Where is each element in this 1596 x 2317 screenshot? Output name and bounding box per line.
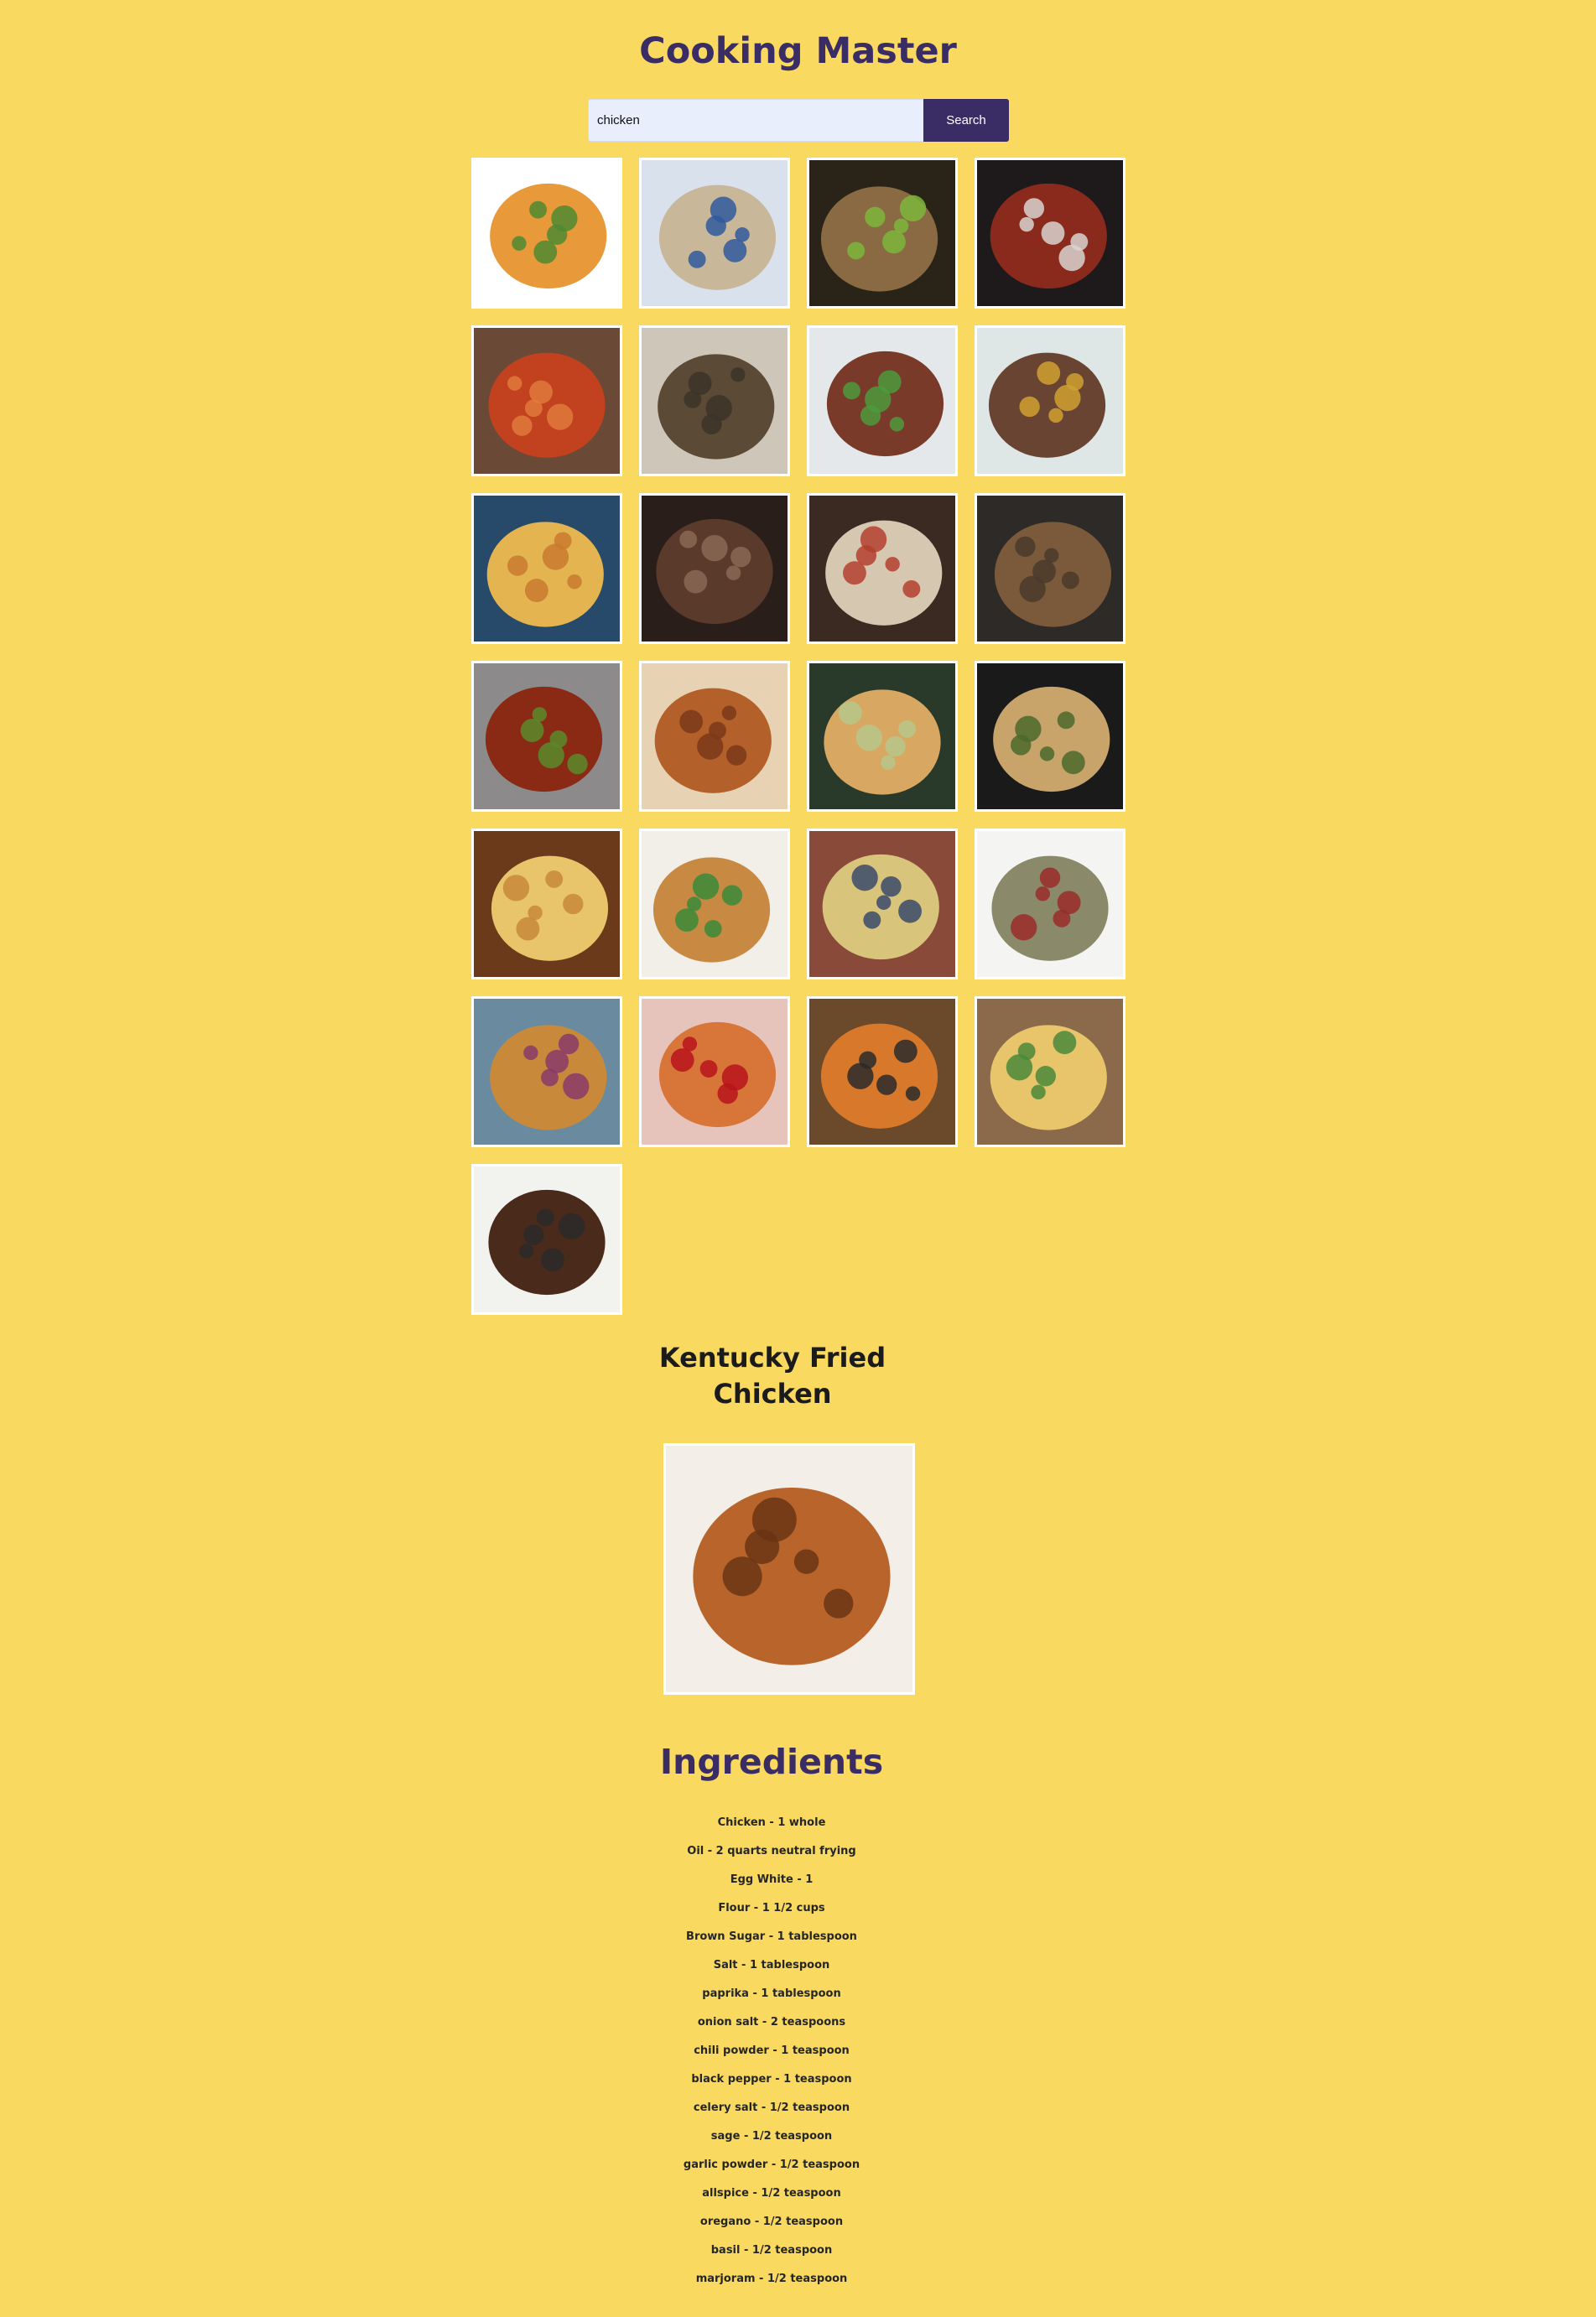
app-title: Cooking Master: [639, 30, 957, 72]
ingredient-item: Chicken - 1 whole: [717, 1816, 826, 1829]
meal-photo: [642, 663, 788, 809]
meal-photo: [474, 999, 620, 1145]
meal-photo: [809, 831, 955, 977]
ingredient-item: allspice - 1/2 teaspoon: [702, 2187, 841, 2200]
meal-photo: [809, 160, 955, 306]
meal-result-card[interactable]: [639, 493, 790, 644]
meal-result-card[interactable]: [807, 158, 958, 309]
meal-photo: [977, 663, 1123, 809]
ingredient-item: Oil - 2 quarts neutral frying: [687, 1845, 856, 1857]
meal-result-card[interactable]: [975, 829, 1126, 979]
ingredient-item: black pepper - 1 teaspoon: [691, 2073, 852, 2086]
meal-photo: [474, 1166, 620, 1312]
meal-photo: [474, 496, 620, 642]
meal-photo: [977, 831, 1123, 977]
meal-result-card[interactable]: [471, 661, 622, 812]
ingredient-item: sage - 1/2 teaspoon: [710, 2130, 833, 2143]
ingredients-heading: Ingredients: [659, 1742, 884, 1782]
meal-photo: [977, 999, 1123, 1145]
meal-photo: [474, 663, 620, 809]
meal-result-card[interactable]: [807, 829, 958, 979]
ingredient-item: Flour - 1 1/2 cups: [718, 1902, 825, 1914]
ingredient-item: marjoram - 1/2 teaspoon: [695, 2273, 848, 2285]
meal-photo: [642, 496, 788, 642]
meal-result-card[interactable]: [639, 829, 790, 979]
meal-photo: [809, 663, 955, 809]
meal-result-card[interactable]: [975, 325, 1126, 476]
search-input[interactable]: [588, 99, 923, 142]
meal-photo: [809, 999, 955, 1145]
meal-detail-photo: [666, 1446, 912, 1692]
meal-result-card[interactable]: [471, 493, 622, 644]
meal-result-card[interactable]: [639, 661, 790, 812]
ingredient-item: celery salt - 1/2 teaspoon: [693, 2101, 850, 2114]
meal-photo: [642, 160, 788, 306]
meal-photo: [474, 328, 620, 474]
meal-result-card[interactable]: [471, 325, 622, 476]
ingredient-item: chili powder - 1 teaspoon: [694, 2044, 850, 2057]
ingredient-item: paprika - 1 tablespoon: [702, 1987, 841, 2000]
ingredient-item: basil - 1/2 teaspoon: [710, 2244, 833, 2257]
ingredient-item: oregano - 1/2 teaspoon: [699, 2216, 844, 2228]
meal-photo: [642, 831, 788, 977]
meal-result-card[interactable]: [471, 996, 622, 1147]
meal-photo: [642, 999, 788, 1145]
meal-photo: [977, 328, 1123, 474]
meal-result-card[interactable]: [975, 996, 1126, 1147]
meal-result-card[interactable]: [639, 996, 790, 1147]
meal-result-card[interactable]: [807, 996, 958, 1147]
meal-photo: [809, 328, 955, 474]
meal-detail-title: Kentucky Fried Chicken: [658, 1342, 886, 1410]
meal-photo: [474, 831, 620, 977]
meal-results-grid: [471, 158, 1126, 1315]
meal-result-card[interactable]: [639, 325, 790, 476]
meal-result-card[interactable]: [975, 661, 1126, 812]
ingredient-list: Chicken - 1 whole Oil - 2 quarts neutral …: [0, 1812, 1543, 2297]
ingredient-item: Egg White - 1: [730, 1873, 814, 1886]
ingredient-item: Salt - 1 tablespoon: [713, 1959, 830, 1972]
meal-photo: [809, 496, 955, 642]
meal-photo: [977, 160, 1123, 306]
meal-result-card[interactable]: [975, 158, 1126, 309]
meal-photo: [642, 328, 788, 474]
ingredient-item: onion salt - 2 teaspoons: [697, 2016, 846, 2029]
meal-detail-photo-frame: [663, 1443, 915, 1695]
meal-result-card[interactable]: [807, 493, 958, 644]
ingredient-item: Brown Sugar - 1 tablespoon: [686, 1930, 857, 1943]
meal-photo: [977, 496, 1123, 642]
meal-result-card[interactable]: [471, 158, 622, 309]
meal-result-card[interactable]: [807, 325, 958, 476]
search-bar: Search: [588, 99, 1009, 142]
meal-result-card[interactable]: [471, 829, 622, 979]
meal-result-card[interactable]: [471, 1164, 622, 1315]
meal-result-card[interactable]: [975, 493, 1126, 644]
search-button[interactable]: Search: [923, 99, 1009, 142]
meal-result-card[interactable]: [639, 158, 790, 309]
ingredient-item: garlic powder - 1/2 teaspoon: [683, 2159, 860, 2171]
meal-result-card[interactable]: [807, 661, 958, 812]
meal-photo: [474, 160, 620, 306]
